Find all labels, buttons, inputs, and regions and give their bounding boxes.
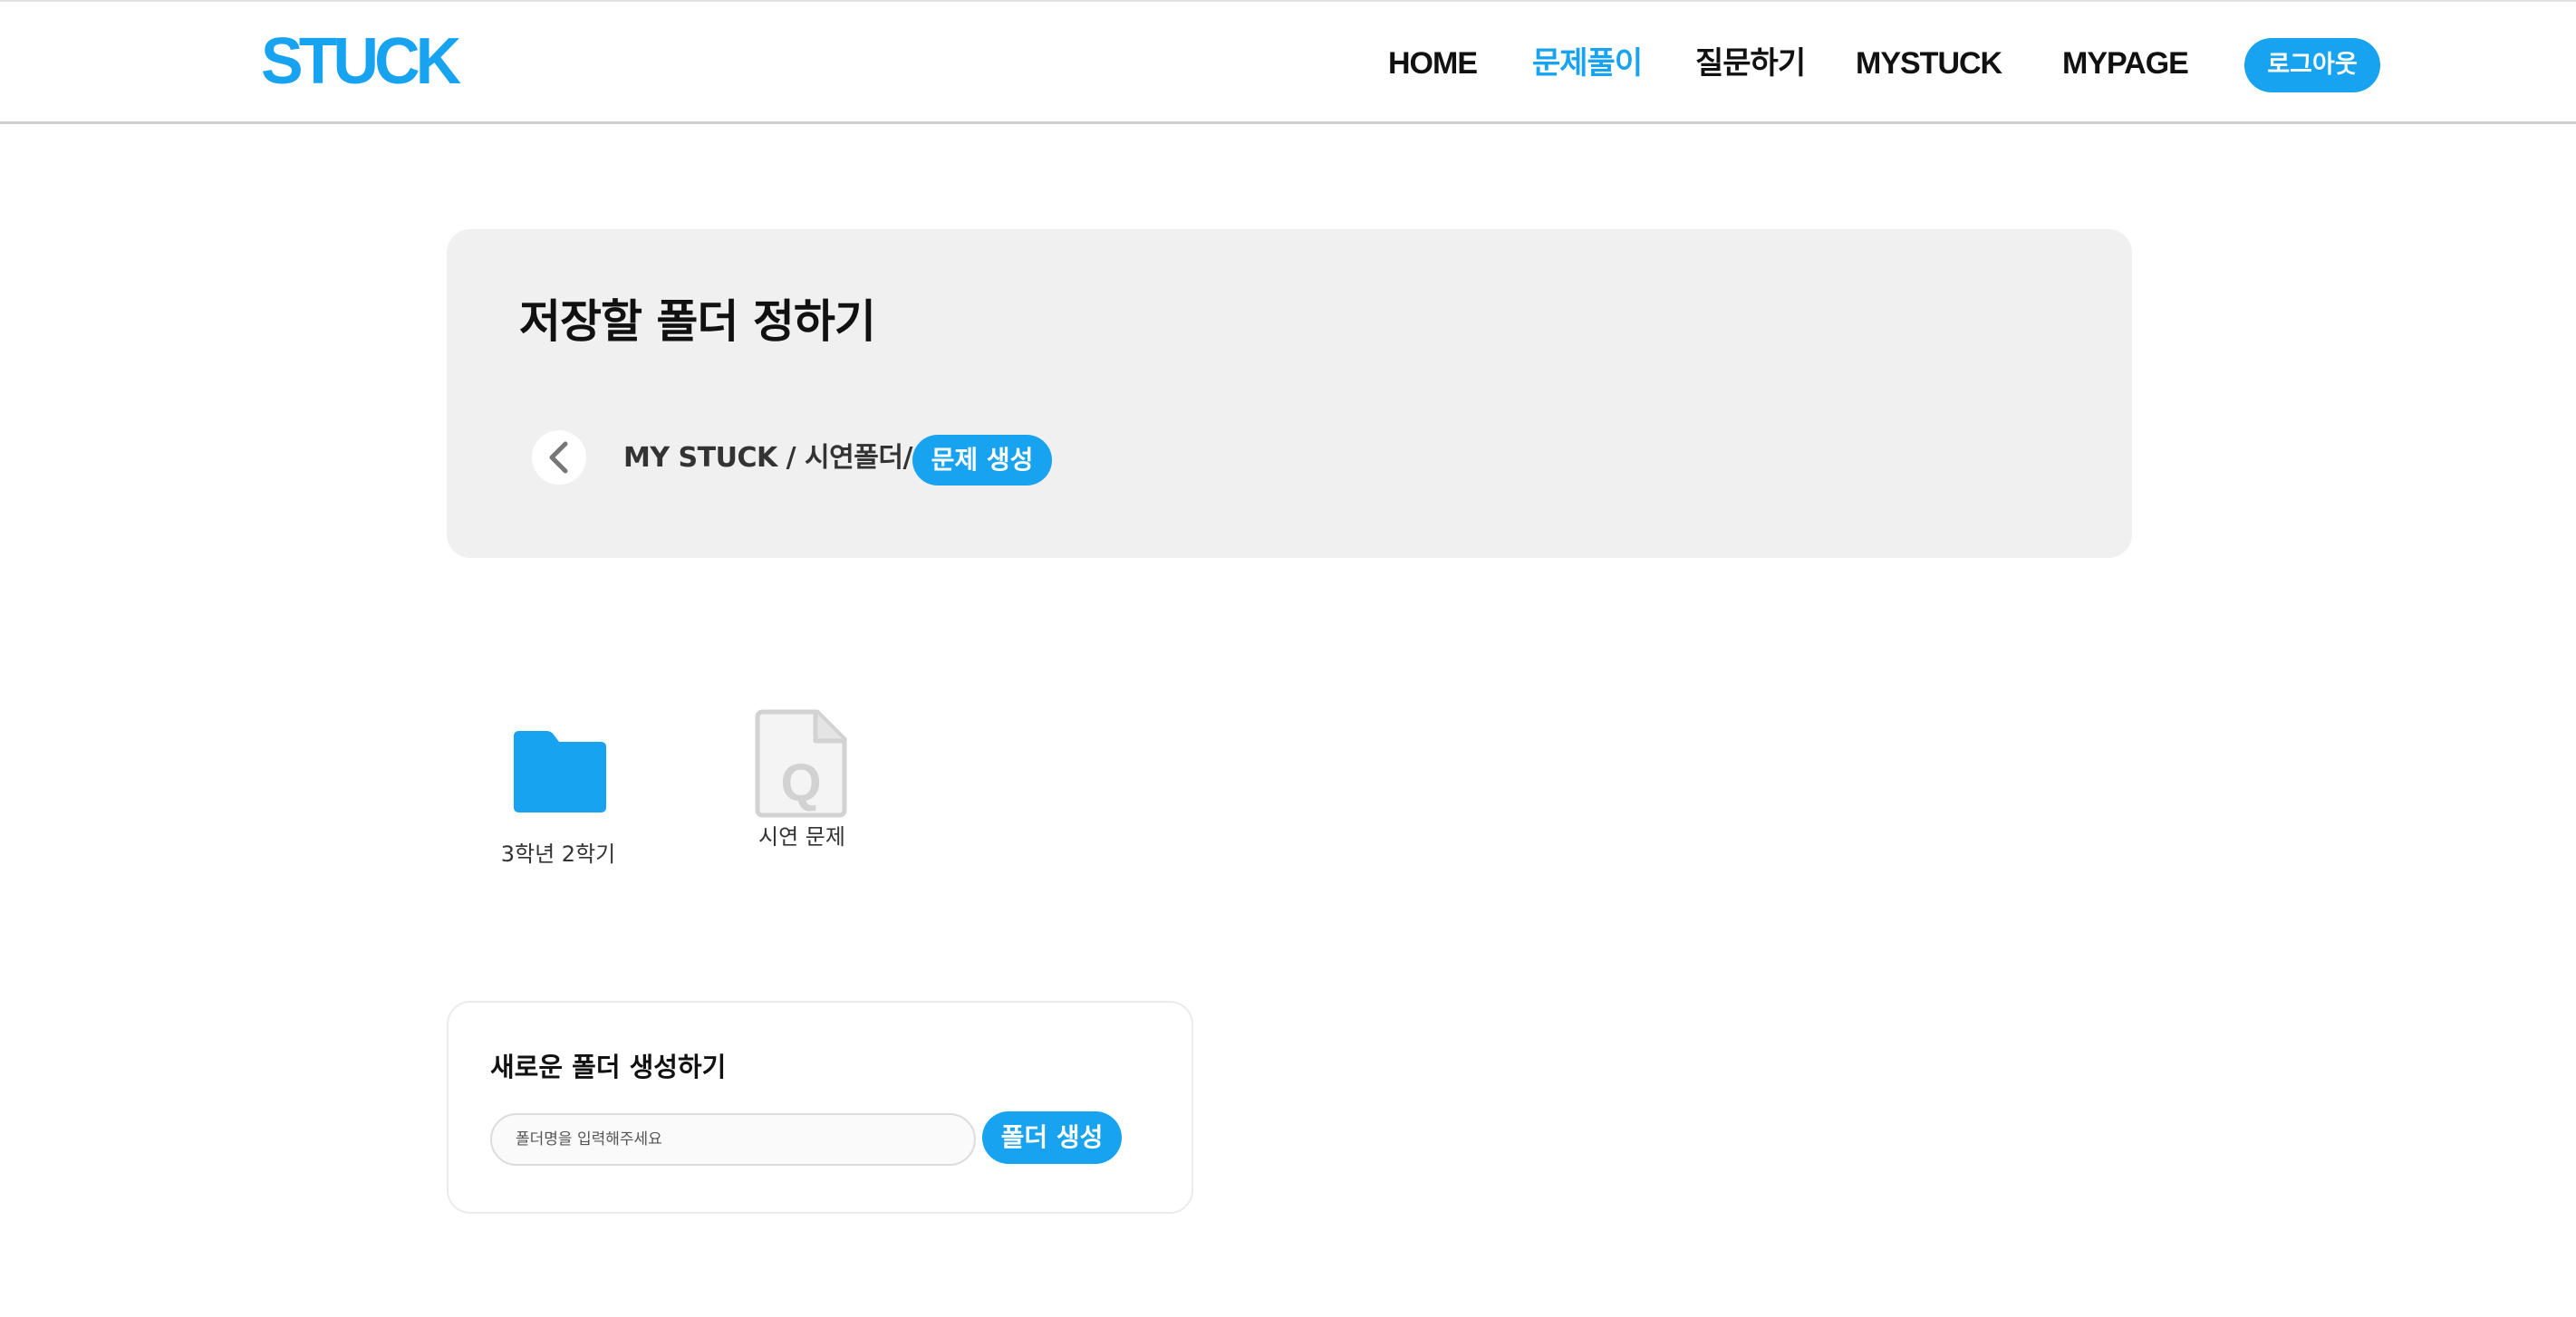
page-title: 저장할 폴더 정하기: [519, 295, 876, 348]
site-header: STUCK HOME 문제풀이 질문하기 MYSTUCK MYPAGE 로그아웃: [0, 0, 2576, 124]
folder-name-input[interactable]: [490, 1113, 976, 1166]
new-folder-title: 새로운 폴더 생성하기: [490, 1052, 727, 1082]
nav-ask-question[interactable]: 질문하기: [1695, 36, 1806, 91]
folder-item[interactable]: 3학년 2학기: [497, 720, 620, 867]
question-item[interactable]: Q 시연 문제: [743, 707, 861, 851]
main-nav: HOME 문제풀이 질문하기 MYSTUCK MYPAGE: [0, 36, 2576, 91]
question-file-icon: Q: [755, 709, 847, 818]
chevron-left-icon: [549, 441, 568, 474]
logout-button[interactable]: 로그아웃: [2244, 38, 2380, 92]
nav-problem-solving[interactable]: 문제풀이: [1532, 36, 1643, 91]
folder-item-label: 3학년 2학기: [500, 841, 616, 867]
back-button[interactable]: [532, 430, 586, 485]
create-folder-button[interactable]: 폴더 생성: [982, 1111, 1122, 1164]
svg-text:Q: Q: [780, 754, 821, 812]
new-folder-card: 새로운 폴더 생성하기 폴더 생성: [447, 1001, 1193, 1214]
nav-mystuck[interactable]: MYSTUCK: [1856, 36, 2002, 91]
question-item-label: 시연 문제: [758, 824, 845, 850]
folder-icon: [514, 731, 606, 812]
folder-select-panel: 저장할 폴더 정하기 MY STUCK / 시연폴더/ 문제 생성: [447, 229, 2132, 558]
nav-home[interactable]: HOME: [1388, 36, 1478, 91]
nav-mypage[interactable]: MYPAGE: [2062, 36, 2189, 91]
create-problem-button[interactable]: 문제 생성: [912, 435, 1052, 485]
breadcrumb: MY STUCK / 시연폴더/: [623, 442, 912, 474]
